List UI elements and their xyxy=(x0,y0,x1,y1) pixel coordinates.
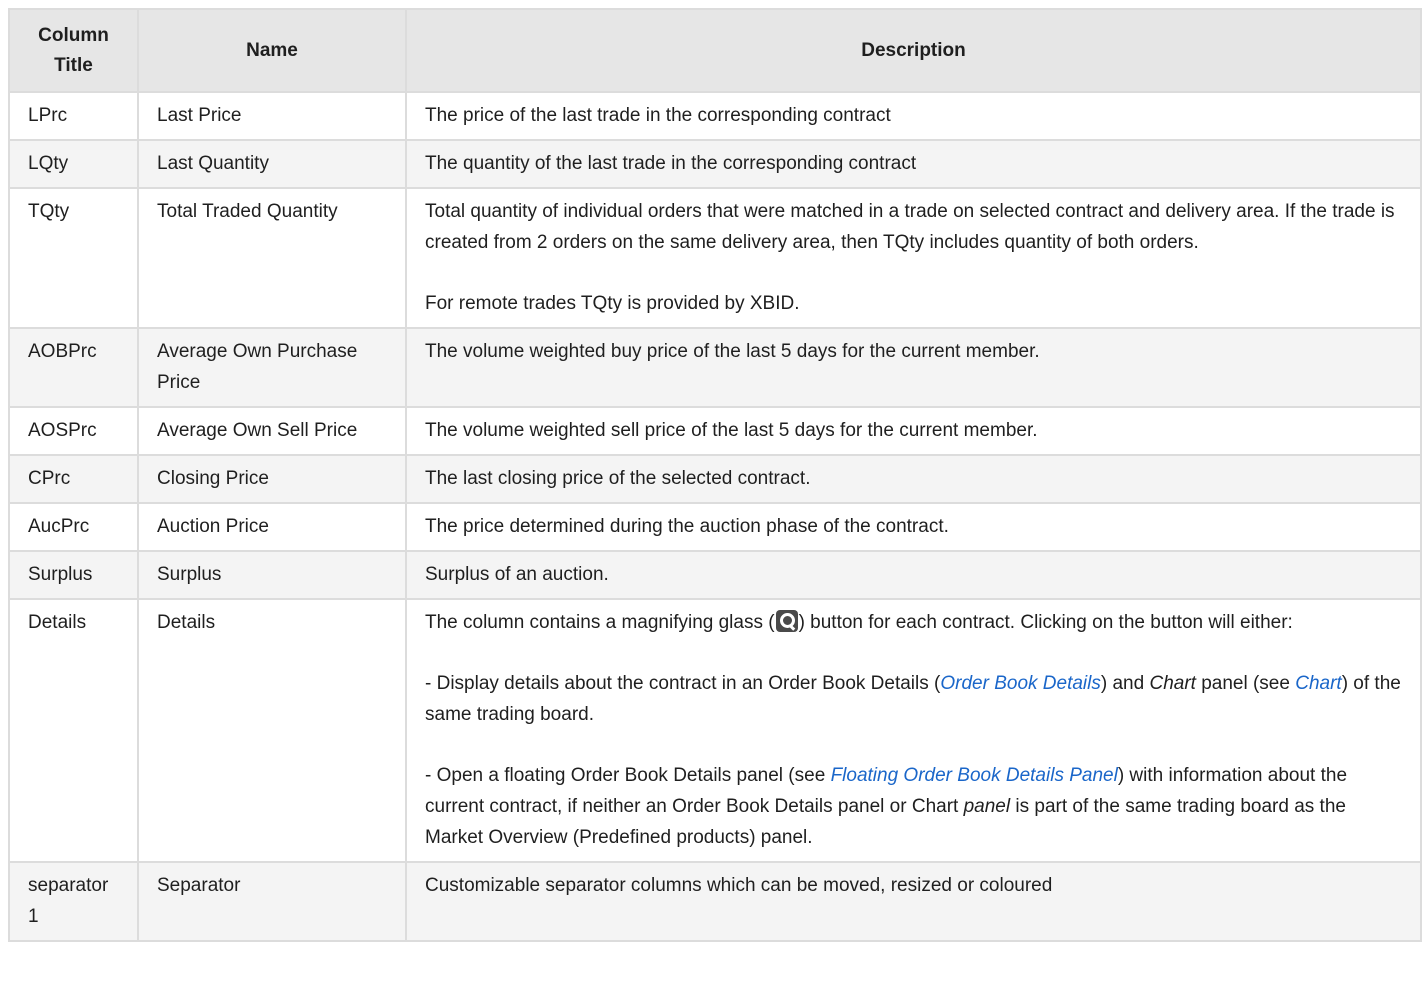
emphasis-panel: panel xyxy=(963,796,1011,817)
link-floating-order-book-details-panel[interactable]: Floating Order Book Details Panel xyxy=(831,765,1118,786)
table-row: LPrc Last Price The price of the last tr… xyxy=(8,91,1422,141)
text-segment: ) and xyxy=(1100,673,1150,694)
cell-name: Details xyxy=(137,598,407,863)
magnifying-glass-icon xyxy=(775,610,798,632)
cell-description: The volume weighted buy price of the las… xyxy=(405,327,1422,408)
table-row: Details Details The column contains a ma… xyxy=(8,598,1422,863)
cell-column-title: Details xyxy=(8,598,139,863)
cell-name: Surplus xyxy=(137,550,407,600)
table-row: separator 1 Separator Customizable separ… xyxy=(8,861,1422,942)
cell-column-title: LQty xyxy=(8,139,139,189)
table-header-row: Column Title Name Description xyxy=(8,8,1422,93)
cell-name: Auction Price xyxy=(137,502,407,552)
cell-description: The volume weighted sell price of the la… xyxy=(405,406,1422,456)
text-segment: - Display details about the contract in … xyxy=(425,673,941,694)
cell-column-title: TQty xyxy=(8,187,139,329)
table-row: AOBPrc Average Own Purchase Price The vo… xyxy=(8,327,1422,408)
description-paragraph: The column contains a magnifying glass (… xyxy=(425,607,1402,638)
text-segment: ) button for each contract. Clicking on … xyxy=(798,612,1293,633)
cell-name: Average Own Sell Price xyxy=(137,406,407,456)
cell-description: Total quantity of individual orders that… xyxy=(405,187,1422,329)
cell-description: Customizable separator columns which can… xyxy=(405,861,1422,942)
link-order-book-details[interactable]: Order Book Details xyxy=(940,673,1101,694)
text-segment: panel (see xyxy=(1195,673,1296,694)
table-row: CPrc Closing Price The last closing pric… xyxy=(8,454,1422,504)
link-chart[interactable]: Chart xyxy=(1295,673,1341,694)
table-row: AOSPrc Average Own Sell Price The volume… xyxy=(8,406,1422,456)
description-paragraph: - Open a floating Order Book Details pan… xyxy=(425,760,1402,853)
header-column-title: Column Title xyxy=(8,8,139,93)
cell-column-title: separator 1 xyxy=(8,861,139,942)
cell-column-title: LPrc xyxy=(8,91,139,141)
cell-column-title: AucPrc xyxy=(8,502,139,552)
cell-column-title: AOSPrc xyxy=(8,406,139,456)
cell-column-title: CPrc xyxy=(8,454,139,504)
columns-table-container: Column Title Name Description LPrc Last … xyxy=(8,8,1422,942)
cell-name: Average Own Purchase Price xyxy=(137,327,407,408)
cell-name: Separator xyxy=(137,861,407,942)
table-row: TQty Total Traded Quantity Total quantit… xyxy=(8,187,1422,329)
table-row: Surplus Surplus Surplus of an auction. xyxy=(8,550,1422,600)
cell-description: The price of the last trade in the corre… xyxy=(405,91,1422,141)
text-segment: - Open a floating Order Book Details pan… xyxy=(425,765,831,786)
description-paragraph: Total quantity of individual orders that… xyxy=(425,201,1395,253)
emphasis-chart: Chart xyxy=(1149,673,1196,694)
cell-name: Last Quantity xyxy=(137,139,407,189)
columns-table: Column Title Name Description LPrc Last … xyxy=(8,8,1422,942)
cell-description: The column contains a magnifying glass (… xyxy=(405,598,1422,863)
header-name: Name xyxy=(137,8,407,93)
description-paragraph: - Display details about the contract in … xyxy=(425,668,1402,730)
description-paragraph: For remote trades TQty is provided by XB… xyxy=(425,293,800,314)
text-segment: The column contains a magnifying glass ( xyxy=(425,612,775,633)
header-description: Description xyxy=(405,8,1422,93)
cell-description: The last closing price of the selected c… xyxy=(405,454,1422,504)
table-row: LQty Last Quantity The quantity of the l… xyxy=(8,139,1422,189)
cell-name: Last Price xyxy=(137,91,407,141)
cell-column-title: Surplus xyxy=(8,550,139,600)
cell-description: The price determined during the auction … xyxy=(405,502,1422,552)
cell-description: The quantity of the last trade in the co… xyxy=(405,139,1422,189)
cell-name: Closing Price xyxy=(137,454,407,504)
cell-column-title: AOBPrc xyxy=(8,327,139,408)
cell-name: Total Traded Quantity xyxy=(137,187,407,329)
cell-description: Surplus of an auction. xyxy=(405,550,1422,600)
table-row: AucPrc Auction Price The price determine… xyxy=(8,502,1422,552)
